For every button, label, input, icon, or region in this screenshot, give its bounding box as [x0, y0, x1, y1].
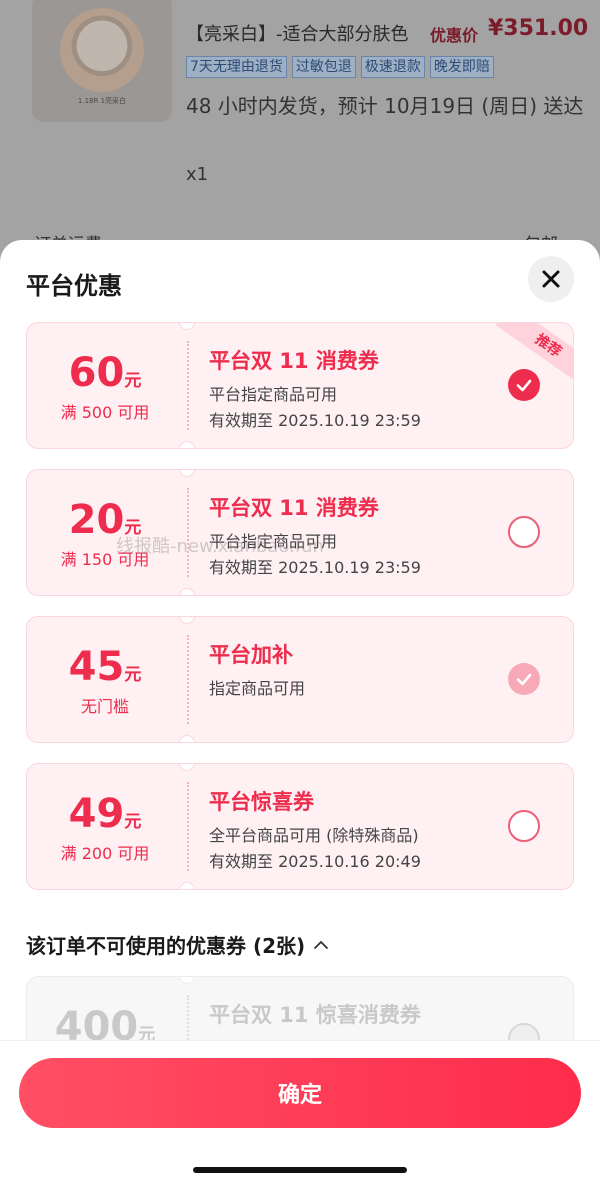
- service-tag: 过敏包退: [291, 56, 356, 78]
- coupon-card[interactable]: 45元 无门槛 平台加补 指定商品可用: [26, 616, 574, 743]
- close-button[interactable]: [528, 256, 574, 302]
- coupon-card[interactable]: 49元 满 200 可用 平台惊喜券 全平台商品可用 (除特殊商品) 有效期至 …: [26, 763, 574, 890]
- coupon-checkbox[interactable]: [508, 516, 540, 548]
- unusable-coupons-title: 该订单不可使用的优惠券 (2张): [26, 934, 306, 958]
- quantity: x1: [186, 164, 209, 185]
- coupon-notch: [179, 882, 195, 889]
- coupon-card[interactable]: 60元 满 500 可用 平台双 11 消费券 平台指定商品可用 有效期至 20…: [26, 322, 574, 449]
- coupon-name: 平台双 11 惊喜消费券: [209, 1003, 421, 1027]
- coupon-expiry: 有效期至 2025.10.16 20:49: [209, 852, 421, 871]
- watermark: 线报酷-new.xianbao.fun: [116, 536, 324, 557]
- coupon-notch: [179, 470, 195, 477]
- compact-image: [60, 8, 144, 92]
- product-title: 【亮采白】-适合大部分肤色: [186, 24, 409, 45]
- coupon-amount-unit: 元: [124, 812, 142, 832]
- coupon-amount: 60元: [27, 351, 183, 395]
- coupon-notch: [179, 617, 195, 624]
- home-indicator: [193, 1167, 407, 1173]
- coupon-amount: 45元: [27, 645, 183, 689]
- coupon-amount-value: 60: [68, 350, 125, 396]
- coupon-condition: 满 500 可用: [60, 403, 150, 422]
- coupon-amount-value: 49: [68, 791, 125, 837]
- service-tag: 晚发即赔: [429, 56, 494, 78]
- coupon-divider: [187, 782, 189, 871]
- coupon-name: 平台双 11 消费券: [209, 349, 379, 373]
- coupon-scope: 全平台商品可用 (除特殊商品): [209, 826, 419, 845]
- coupon-amount-value: 45: [68, 644, 125, 690]
- coupon-name: 平台加补: [209, 643, 293, 667]
- close-icon: [542, 270, 560, 288]
- sheet-title: 平台优惠: [26, 272, 122, 300]
- footer-bar: 确定: [0, 1040, 600, 1186]
- coupon-notch: [179, 977, 195, 984]
- coupon-expiry: 有效期至 2025.10.19 23:59: [209, 411, 421, 430]
- check-icon: [516, 379, 532, 392]
- service-tags: 7天无理由退货 过敏包退 极速退款 晚发即赔: [186, 56, 494, 80]
- confirm-button[interactable]: 确定: [19, 1058, 581, 1128]
- unusable-coupons-toggle[interactable]: 该订单不可使用的优惠券 (2张): [26, 930, 329, 959]
- coupon-name: 平台惊喜券: [209, 790, 314, 814]
- coupon-scope: 指定商品可用: [209, 679, 306, 698]
- price-label: 优惠价: [430, 26, 479, 45]
- coupon-notch: [179, 735, 195, 742]
- coupon-notch: [179, 588, 195, 595]
- price-value: ¥351.00: [488, 16, 589, 41]
- coupon-condition: 无门槛: [80, 697, 129, 716]
- coupon-notch: [179, 764, 195, 771]
- coupon-condition: 满 200 可用: [60, 844, 150, 863]
- coupon-notch: [179, 323, 195, 330]
- coupon-checkbox[interactable]: [508, 663, 540, 695]
- chevron-up-icon: [314, 940, 329, 949]
- product-thumbnail: 1.18R 1亮采白: [32, 0, 172, 122]
- coupon-divider: [187, 341, 189, 430]
- coupon-amount-unit: 元: [124, 665, 142, 685]
- coupon-checkbox[interactable]: [508, 369, 540, 401]
- coupon-scope: 平台指定商品可用: [209, 385, 338, 404]
- coupon-notch: [179, 441, 195, 448]
- coupon-amount: 49元: [27, 792, 183, 836]
- check-icon: [516, 673, 532, 686]
- coupon-checkbox[interactable]: [508, 810, 540, 842]
- shipping-info: 48 小时内发货，预计 10月19日 (周日) 送达: [186, 94, 584, 118]
- service-tag: 极速退款: [360, 56, 425, 78]
- service-tag: 7天无理由退货: [186, 56, 287, 78]
- coupon-amount-unit: 元: [124, 371, 142, 391]
- thumb-brand: 1.18R 1亮采白: [77, 97, 127, 105]
- product-title-row: 【亮采白】-适合大部分肤色 优惠价 ¥351.00: [186, 16, 589, 48]
- coupon-divider: [187, 635, 189, 724]
- coupon-name: 平台双 11 消费券: [209, 496, 379, 520]
